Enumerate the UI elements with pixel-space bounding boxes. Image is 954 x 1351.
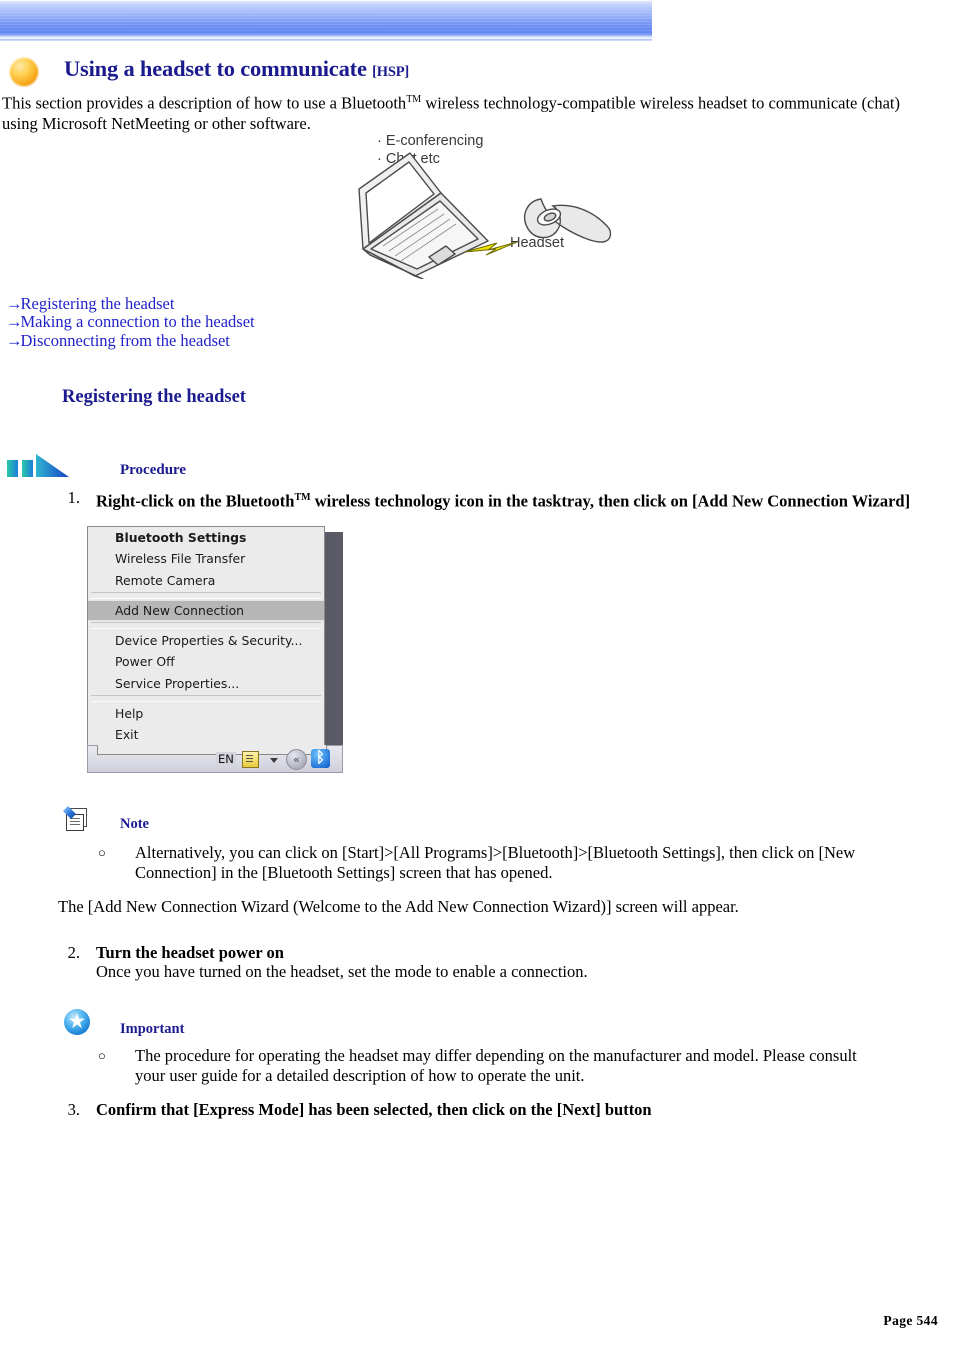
page-title-text: Using a headset to communicate [64,56,373,81]
bullet-marker: ○ [98,845,106,860]
show-hidden-icons-icon[interactable]: « [286,749,307,770]
show-hidden-icons-glyph: « [293,753,300,766]
menu-item-power-off[interactable]: Power Off [88,651,324,672]
procedure-icon-bar-2 [22,460,33,477]
wizard-result-text: The [Add New Connection Wizard (Welcome … [58,897,739,916]
link-making-a-connection[interactable]: →Making a connection to the headset [6,313,255,331]
intro-text-part1: This section provides a description of h… [2,93,407,113]
step-title: Confirm that [Express Mode] has been sel… [96,1100,652,1119]
menu-item-add-new-connection[interactable]: Add New Connection [88,599,324,622]
notepad-tray-icon[interactable] [242,751,259,768]
important-star-icon [63,1009,93,1037]
chevron-down-icon[interactable] [270,758,278,763]
link-label: Disconnecting from the headset [20,330,230,350]
menu-item-help[interactable]: Help [88,703,324,724]
procedure-icon-bar-1 [7,460,18,477]
step-title: Turn the headset power on [96,943,284,962]
trademark-symbol: TM [294,492,311,503]
menu-item-device-properties-security[interactable]: Device Properties & Security... [88,630,324,651]
section-heading: Registering the headset [62,387,246,407]
bluetooth-tray-icon[interactable]: ᛒ [311,748,330,768]
important-body: ○ The procedure for operating the headse… [98,1046,858,1085]
bluetooth-glyph: ᛒ [315,748,325,766]
step-number: 2. [67,943,80,962]
bullet-marker: ○ [98,1048,106,1063]
orange-sphere-icon [9,57,39,87]
banner-stripes [0,0,652,41]
section-link-list: →Registering the headset →Making a conne… [6,294,255,350]
step-title-part1: Right-click on the Bluetooth [96,491,295,511]
page-title-profile-tag: [HSP] [372,64,410,80]
top-banner [0,0,652,41]
page-number-footer: Page 544 [883,1313,938,1328]
page-title-row: Using a headset to communicate [HSP] [0,56,900,90]
note-body: ○ Alternatively, you can click on [Start… [98,843,938,882]
language-indicator[interactable]: EN [216,752,236,766]
link-registering-the-headset[interactable]: →Registering the headset [6,294,255,313]
step-title-part2: wireless technology icon in the tasktray… [310,491,911,511]
menu-item-exit[interactable]: Exit [88,724,324,745]
arrow-icon: → [6,294,22,313]
step-title: Right-click on the BluetoothTM wireless … [96,488,922,511]
arrow-icon: → [6,330,22,350]
note-label: Note [120,816,149,832]
procedure-icon-triangle [36,454,69,477]
trademark-symbol: TM [406,94,422,105]
step-description: Once you have turned on the headset, set… [96,962,588,981]
step-1: 1. Right-click on the BluetoothTM wirele… [52,488,922,511]
step-number: 3. [67,1100,80,1119]
note-text: Alternatively, you can click on [Start]>… [135,843,856,882]
note-icon [63,806,91,832]
bluetooth-tray-context-menu[interactable]: Bluetooth Settings Wireless File Transfe… [87,526,325,753]
illustration-graphic [358,152,612,279]
intro-paragraph: This section provides a description of h… [2,90,932,134]
menu-item-service-properties[interactable]: Service Properties... [88,673,324,694]
menu-separator [91,622,321,630]
menu-separator [91,695,321,703]
arrow-icon: → [6,312,22,332]
menu-item-wireless-file-transfer[interactable]: Wireless File Transfer [88,548,324,569]
important-text: The procedure for operating the headset … [135,1046,857,1085]
step-3: 3. Confirm that [Express Mode] has been … [52,1100,852,1119]
procedure-label: Procedure [120,462,187,478]
headset-illustration-figure: · E-conferencing · Chat etc Headset [345,131,635,279]
windows-taskbar-notification-area: EN « ᛒ [87,745,343,773]
bluetooth-context-menu-screenshot: Bluetooth Settings Wireless File Transfe… [87,526,343,773]
procedure-arrow-icon [6,451,72,479]
menu-item-remote-camera[interactable]: Remote Camera [88,570,324,591]
page-title: Using a headset to communicate [HSP] [64,56,409,82]
menu-item-bluetooth-settings[interactable]: Bluetooth Settings [88,527,324,548]
menu-separator [91,591,321,599]
link-label: Registering the headset [20,294,175,313]
link-disconnecting[interactable]: →Disconnecting from the headset [6,330,255,350]
important-label: Important [120,1021,185,1037]
link-label: Making a connection to the headset [20,312,255,332]
step-number: 1. [67,488,80,507]
step-2: 2. Turn the headset power on Once you ha… [52,943,852,981]
